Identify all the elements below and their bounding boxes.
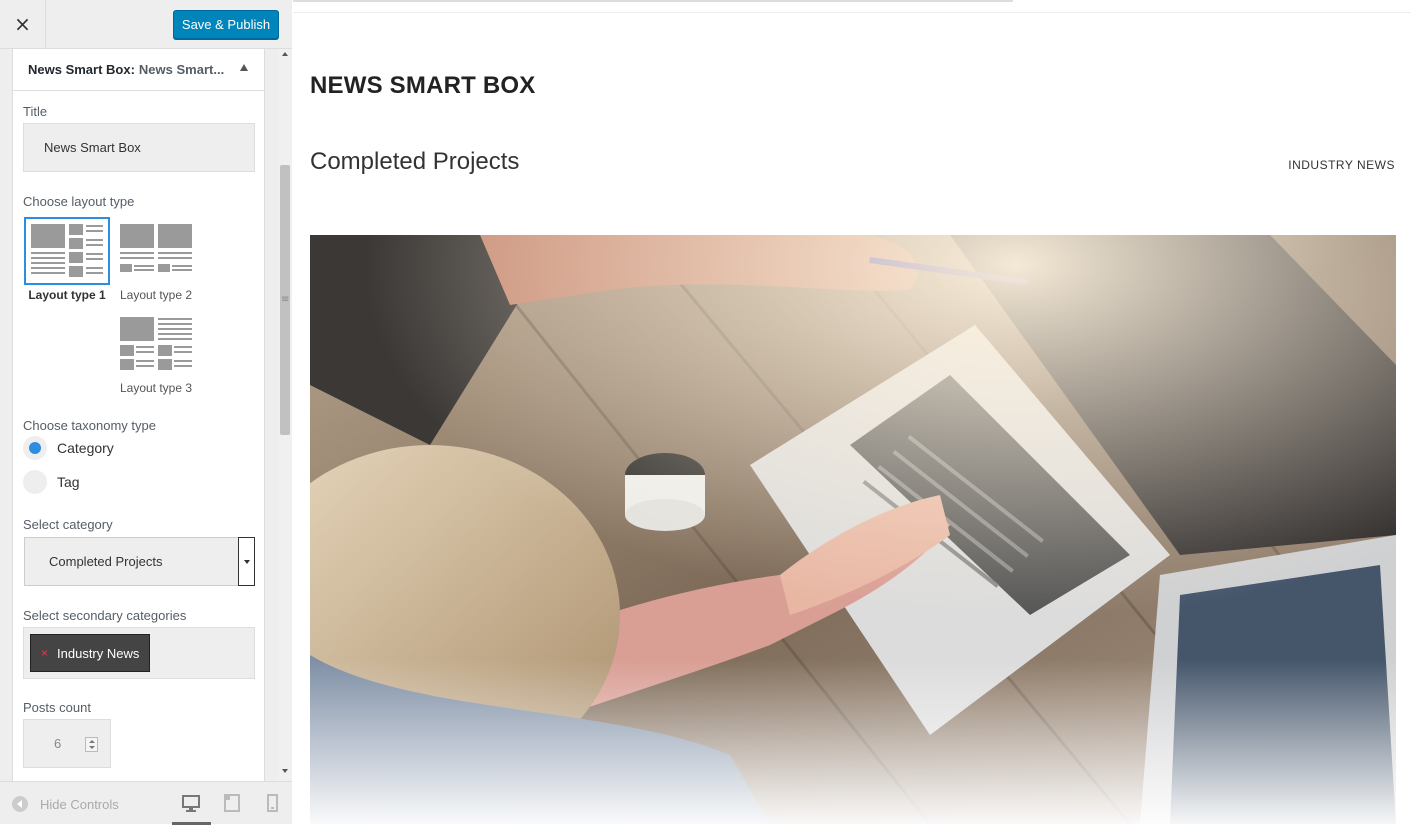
category-radio[interactable] — [23, 436, 47, 460]
category-heading: Completed Projects — [310, 148, 520, 175]
layout-option-1[interactable]: Layout type 1 — [23, 217, 111, 303]
header-divider — [293, 12, 1411, 13]
secondary-categories-label: Select secondary categories — [23, 608, 187, 623]
widget-section-subtitle: News Smart... — [138, 62, 225, 77]
layout-type-label: Choose layout type — [23, 194, 135, 209]
taxonomy-option-category[interactable]: Category — [23, 436, 114, 460]
site-preview: NEWS SMART BOX Completed Projects INDUST… — [293, 0, 1411, 824]
remove-chip-icon[interactable]: × — [41, 646, 48, 660]
chip-label: Industry News — [57, 645, 140, 661]
tag-radio[interactable] — [23, 470, 47, 494]
layout-3-icon — [120, 317, 192, 370]
widget-section-header[interactable]: News Smart Box: News Smart... — [13, 49, 264, 91]
layout-1-thumbnail — [23, 217, 111, 285]
category-radio-label: Category — [57, 440, 114, 456]
featured-post-image[interactable] — [310, 235, 1396, 824]
taxonomy-label: Choose taxonomy type — [23, 418, 156, 433]
office-laptop-photo — [310, 235, 1396, 824]
taxonomy-option-tag[interactable]: Tag — [23, 470, 80, 494]
panel-scrollbar[interactable] — [278, 49, 292, 781]
tag-radio-label: Tag — [57, 474, 80, 490]
hide-controls-label: Hide Controls — [40, 796, 119, 812]
category-select[interactable]: Completed Projects — [24, 537, 255, 586]
title-input[interactable]: News Smart Box — [23, 123, 255, 172]
scroll-up-icon[interactable] — [282, 52, 288, 56]
hide-controls-button[interactable]: Hide Controls — [12, 796, 119, 812]
secondary-categories-field[interactable]: × Industry News — [23, 627, 255, 679]
layout-2-label: Layout type 2 — [119, 288, 193, 302]
posts-count-label: Posts count — [23, 700, 91, 715]
decrement-icon[interactable] — [88, 746, 95, 750]
resize-grip-icon[interactable]: ≡ — [281, 294, 289, 305]
collapse-caret-icon[interactable] — [240, 64, 248, 71]
category-select-label: Select category — [23, 517, 113, 532]
customizer-footer: Hide Controls — [0, 781, 292, 825]
layout-2-icon — [120, 224, 192, 272]
chevron-down-icon[interactable] — [238, 537, 255, 586]
customizer-sidebar: × Save & Publish News Smart Box: News Sm… — [0, 0, 292, 825]
widget-panel: News Smart Box: News Smart... Title News… — [12, 49, 265, 781]
layout-1-icon — [24, 217, 110, 285]
title-label: Title — [23, 104, 48, 119]
collapse-arrow-icon — [12, 796, 28, 812]
widget-section-title: News Smart Box: — [28, 62, 135, 77]
layout-3-thumbnail — [112, 310, 200, 378]
customizer-header: × Save & Publish — [0, 0, 292, 49]
layout-1-label: Layout type 1 — [28, 288, 106, 302]
layout-3-label: Layout type 3 — [119, 381, 193, 395]
increment-icon[interactable] — [88, 739, 95, 743]
layout-option-2[interactable]: Layout type 2 — [112, 217, 200, 303]
category-select-value: Completed Projects — [49, 554, 163, 569]
posts-count-stepper[interactable]: 6 — [23, 719, 111, 768]
layout-option-3[interactable]: Layout type 3 — [112, 310, 200, 396]
top-divider — [293, 0, 1013, 2]
selected-category-chip[interactable]: × Industry News — [30, 634, 151, 672]
spin-buttons[interactable] — [85, 737, 98, 752]
widget-title: NEWS SMART BOX — [310, 72, 536, 99]
close-icon[interactable]: × — [0, 0, 46, 48]
mobile-icon[interactable] — [262, 794, 282, 812]
save-publish-button[interactable]: Save & Publish — [173, 10, 279, 39]
secondary-category-link[interactable]: INDUSTRY NEWS — [1288, 158, 1395, 172]
tablet-icon[interactable] — [222, 794, 242, 812]
posts-count-value[interactable]: 6 — [54, 736, 61, 751]
layout-2-thumbnail — [112, 217, 200, 285]
scroll-down-icon[interactable] — [282, 769, 288, 773]
desktop-icon[interactable] — [181, 794, 201, 812]
